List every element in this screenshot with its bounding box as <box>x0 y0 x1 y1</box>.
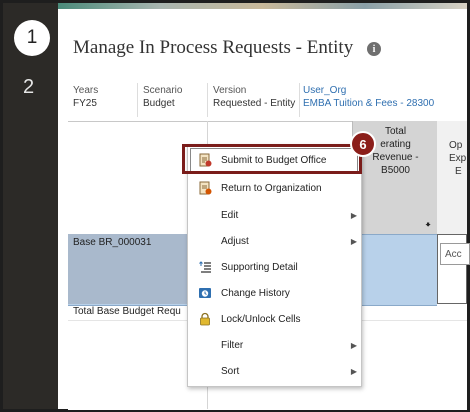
pov-divider <box>207 83 208 117</box>
pov-version-label: Version <box>213 85 247 96</box>
pov-divider <box>137 83 138 117</box>
change-history-icon <box>198 286 212 300</box>
pov-version-value: Requested - Entity <box>213 98 296 109</box>
column-header-line: Op <box>449 140 463 151</box>
menu-item-sort[interactable]: Sort ▶ <box>188 358 361 384</box>
row-label-total: Total Base Budget Requ <box>73 306 181 317</box>
context-menu: Submit to Budget Office Return to Organi… <box>187 144 362 387</box>
column-header-line: Exp <box>449 153 467 164</box>
menu-item-change-history[interactable]: Change History <box>188 280 361 306</box>
info-icon[interactable]: i <box>367 42 381 56</box>
pov-scenario-value: Budget <box>143 98 175 109</box>
menu-item-label: Return to Organization <box>221 182 322 194</box>
menu-item-adjust[interactable]: Adjust ▶ <box>188 228 361 254</box>
lock-icon <box>198 312 212 326</box>
page-title: Manage In Process Requests - Entity <box>73 37 354 58</box>
account-cell-input[interactable]: Acc <box>440 243 470 265</box>
menu-item-edit[interactable]: Edit ▶ <box>188 202 361 228</box>
submenu-arrow-icon: ▶ <box>350 340 357 350</box>
column-header-line: B5000 <box>381 165 410 176</box>
menu-item-label: Lock/Unlock Cells <box>221 313 301 325</box>
column-header-operating-expense[interactable]: Op Exp E <box>437 121 467 234</box>
pov-user-org-label: User_Org <box>303 85 347 96</box>
menu-item-filter[interactable]: Filter ▶ <box>188 332 361 358</box>
menu-item-lock-unlock-cells[interactable]: Lock/Unlock Cells <box>188 306 361 332</box>
menu-item-label: Adjust <box>221 235 249 247</box>
menu-item-label: Sort <box>221 365 240 377</box>
supporting-detail-icon <box>198 260 212 274</box>
menu-item-label: Edit <box>221 209 239 221</box>
sort-arrow-icon[interactable]: 🠻 <box>425 218 431 235</box>
step-rail: 1 2 <box>3 3 58 409</box>
pov-years[interactable]: Years FY25 <box>73 84 98 110</box>
submenu-arrow-icon: ▶ <box>350 366 357 376</box>
pov-scenario[interactable]: Scenario Budget <box>143 84 182 110</box>
menu-item-return-to-organization[interactable]: Return to Organization <box>188 175 361 201</box>
menu-item-supporting-detail[interactable]: Supporting Detail <box>188 254 361 280</box>
row-label-base: Base BR_000031 <box>73 237 152 248</box>
pov-scenario-label: Scenario <box>143 85 183 96</box>
menu-item-label: Change History <box>221 287 290 299</box>
return-doc-icon <box>198 181 212 195</box>
callout-highlight-box <box>182 144 362 174</box>
pov-version[interactable]: Version Requested - Entity <box>213 84 295 110</box>
callout-step-badge: 6 <box>350 131 376 157</box>
submenu-arrow-icon: ▶ <box>350 236 357 246</box>
pov-divider <box>299 83 300 117</box>
submenu-arrow-icon: ▶ <box>350 210 357 220</box>
step-1-indicator: 1 <box>14 20 50 56</box>
pov-user-org[interactable]: User_Org EMBA Tuition & Fees - 28300 <box>303 84 434 110</box>
column-header-line: E <box>455 166 462 177</box>
pov-years-value: FY25 <box>73 98 97 109</box>
pov-user-org-value: EMBA Tuition & Fees - 28300 <box>303 98 435 109</box>
menu-item-label: Filter <box>221 339 244 351</box>
step-2-indicator: 2 <box>23 76 35 98</box>
menu-item-label: Supporting Detail <box>221 261 298 273</box>
pov-years-label: Years <box>73 85 99 96</box>
